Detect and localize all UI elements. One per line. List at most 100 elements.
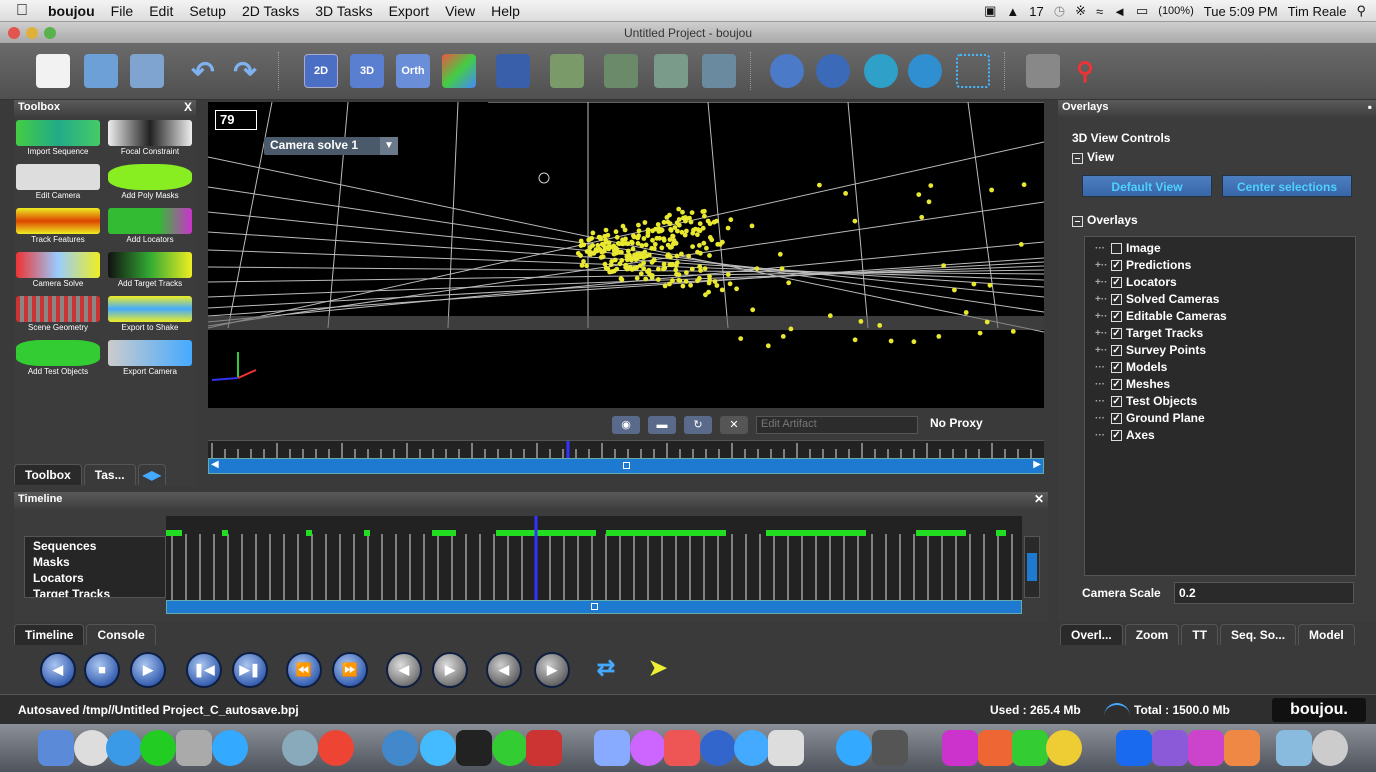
- view-group-label[interactable]: – View: [1072, 150, 1114, 164]
- grid-icon[interactable]: [496, 54, 530, 88]
- overlay-tree-item[interactable]: +·· ✓ Survey Points: [1095, 343, 1206, 357]
- tree-expander[interactable]: +··: [1095, 311, 1111, 322]
- excel-icon[interactable]: [1012, 730, 1048, 766]
- layout-split-icon[interactable]: [604, 54, 638, 88]
- add-target-tracks-tool[interactable]: Add Target Tracks: [108, 252, 192, 290]
- next-frame-icon[interactable]: ▶: [534, 652, 570, 688]
- overlay-checkbox[interactable]: ✓: [1111, 344, 1122, 356]
- overlay-checkbox[interactable]: ✓: [1111, 327, 1122, 339]
- spotify-icon[interactable]: [140, 730, 176, 766]
- adobe-icon[interactable]: ▲: [1006, 4, 1019, 19]
- prev-frame-icon[interactable]: ◀: [486, 652, 522, 688]
- tree-expander[interactable]: +··: [1095, 345, 1111, 356]
- edit-camera-tool[interactable]: Edit Camera: [16, 164, 100, 202]
- iphoto-icon[interactable]: [630, 730, 666, 766]
- overlay-checkbox[interactable]: ✓: [1111, 395, 1122, 407]
- tab-overlays[interactable]: Overl...: [1060, 624, 1123, 645]
- user-name[interactable]: Tim Reale: [1288, 4, 1347, 19]
- scroll-thumb[interactable]: [591, 603, 598, 610]
- scroll-thumb[interactable]: [623, 462, 630, 469]
- cut-icon[interactable]: ✕: [720, 416, 748, 434]
- skype-icon[interactable]: [836, 730, 872, 766]
- play-forward-icon[interactable]: ▶: [130, 652, 166, 688]
- wifi-icon[interactable]: ≈: [1096, 4, 1103, 19]
- premiere-icon[interactable]: [1188, 730, 1224, 766]
- overlay-tree-item[interactable]: ··· ✓ Models: [1095, 360, 1167, 374]
- maya-icon[interactable]: [734, 730, 770, 766]
- center-selections-button[interactable]: Center selections: [1222, 175, 1352, 197]
- export-to-shake-tool[interactable]: Export to Shake: [108, 296, 192, 334]
- overlay-tree-item[interactable]: +·· ✓ Target Tracks: [1095, 326, 1203, 340]
- camera-icon[interactable]: ◉: [612, 416, 640, 434]
- tl-locators[interactable]: Locators: [33, 571, 84, 585]
- imovie-icon[interactable]: [594, 730, 630, 766]
- graph-icon[interactable]: [442, 54, 476, 88]
- overlay-checkbox[interactable]: ✓: [1111, 310, 1122, 322]
- overlay-tree-item[interactable]: +·· ✓ Locators: [1095, 275, 1177, 289]
- refine-icon[interactable]: [864, 54, 898, 88]
- overlay-checkbox[interactable]: ✓: [1111, 429, 1122, 441]
- overlay-tree-item[interactable]: ··· ✓ Test Objects: [1095, 394, 1197, 408]
- jump-icon[interactable]: ➤: [640, 652, 676, 688]
- timeline-vscroll[interactable]: [1024, 536, 1040, 598]
- tree-expander[interactable]: ···: [1095, 243, 1111, 254]
- system-prefs-icon[interactable]: [282, 730, 318, 766]
- default-view-button[interactable]: Default View: [1082, 175, 1212, 197]
- overlay-tree-item[interactable]: +·· ✓ Solved Cameras: [1095, 292, 1219, 306]
- key-back-icon[interactable]: ◀: [386, 652, 422, 688]
- go-to-end-icon[interactable]: ⏩: [332, 652, 368, 688]
- save-icon[interactable]: [130, 54, 164, 88]
- layout-quad-icon[interactable]: [702, 54, 736, 88]
- chrome-icon[interactable]: [318, 730, 354, 766]
- tab-timeline[interactable]: Timeline: [14, 624, 85, 645]
- rotate-icon[interactable]: ↻: [684, 416, 712, 434]
- view-2d-button[interactable]: 2D: [304, 54, 338, 88]
- layout-rows-icon[interactable]: [654, 54, 688, 88]
- tree-expander[interactable]: ···: [1095, 430, 1111, 441]
- export-camera-tool[interactable]: Export Camera: [108, 340, 192, 378]
- bridge-icon[interactable]: [1224, 730, 1260, 766]
- powerpoint-icon[interactable]: [978, 730, 1014, 766]
- undo-icon[interactable]: ↶: [186, 54, 220, 88]
- 3d-viewport[interactable]: 79 Camera solve 1 ▼: [208, 102, 1044, 408]
- toolbox-close-icon[interactable]: X: [184, 100, 192, 114]
- menu-2d-tasks[interactable]: 2D Tasks: [234, 3, 307, 19]
- magnifier-red-icon[interactable]: ⚲: [1068, 54, 1102, 88]
- menu-file[interactable]: File: [103, 3, 142, 19]
- tree-expander[interactable]: +··: [1095, 277, 1111, 288]
- menu-setup[interactable]: Setup: [181, 3, 234, 19]
- new-project-icon[interactable]: [36, 54, 70, 88]
- tree-expander[interactable]: ···: [1095, 396, 1111, 407]
- facetime-icon[interactable]: [492, 730, 528, 766]
- play-backward-icon[interactable]: ◀: [40, 652, 76, 688]
- tab-model[interactable]: Model: [1298, 624, 1355, 645]
- solve-icon[interactable]: [816, 54, 850, 88]
- open-folder-icon[interactable]: [84, 54, 118, 88]
- edit-artifact-field[interactable]: Edit Artifact: [756, 416, 918, 434]
- menu-view[interactable]: View: [437, 3, 483, 19]
- step-forward-icon[interactable]: ▶❚: [232, 652, 268, 688]
- launchpad-icon[interactable]: [74, 730, 110, 766]
- tree-expander[interactable]: ···: [1095, 362, 1111, 373]
- overlay-tree-item[interactable]: +·· ✓ Predictions: [1095, 258, 1191, 272]
- tree-expander[interactable]: +··: [1095, 260, 1111, 271]
- camera-scale-input[interactable]: 0.2: [1174, 582, 1354, 604]
- overlay-tree-item[interactable]: ··· ✓ Axes: [1095, 428, 1155, 442]
- itunes-icon[interactable]: [106, 730, 142, 766]
- word-icon[interactable]: [942, 730, 978, 766]
- tab-seq-source[interactable]: Seq. So...: [1220, 624, 1297, 645]
- overlay-checkbox[interactable]: ✓: [1111, 361, 1122, 373]
- clapper-icon[interactable]: [768, 730, 804, 766]
- overlay-tree-item[interactable]: +·· ✓ Editable Cameras: [1095, 309, 1227, 323]
- trash-icon[interactable]: [1312, 730, 1348, 766]
- tl-target-tracks[interactable]: Target Tracks: [33, 587, 110, 597]
- key-forward-icon[interactable]: ▶: [432, 652, 468, 688]
- overlays-group-label[interactable]: – Overlays: [1072, 213, 1138, 227]
- safari-icon[interactable]: [420, 730, 456, 766]
- tab-zoom[interactable]: Zoom: [1124, 624, 1180, 645]
- vscroll-thumb[interactable]: [1027, 553, 1037, 581]
- timeline-hscroll[interactable]: [166, 600, 1022, 614]
- photos-icon[interactable]: [664, 730, 700, 766]
- preview-icon[interactable]: [176, 730, 212, 766]
- bluetooth-icon[interactable]: ※: [1075, 3, 1086, 19]
